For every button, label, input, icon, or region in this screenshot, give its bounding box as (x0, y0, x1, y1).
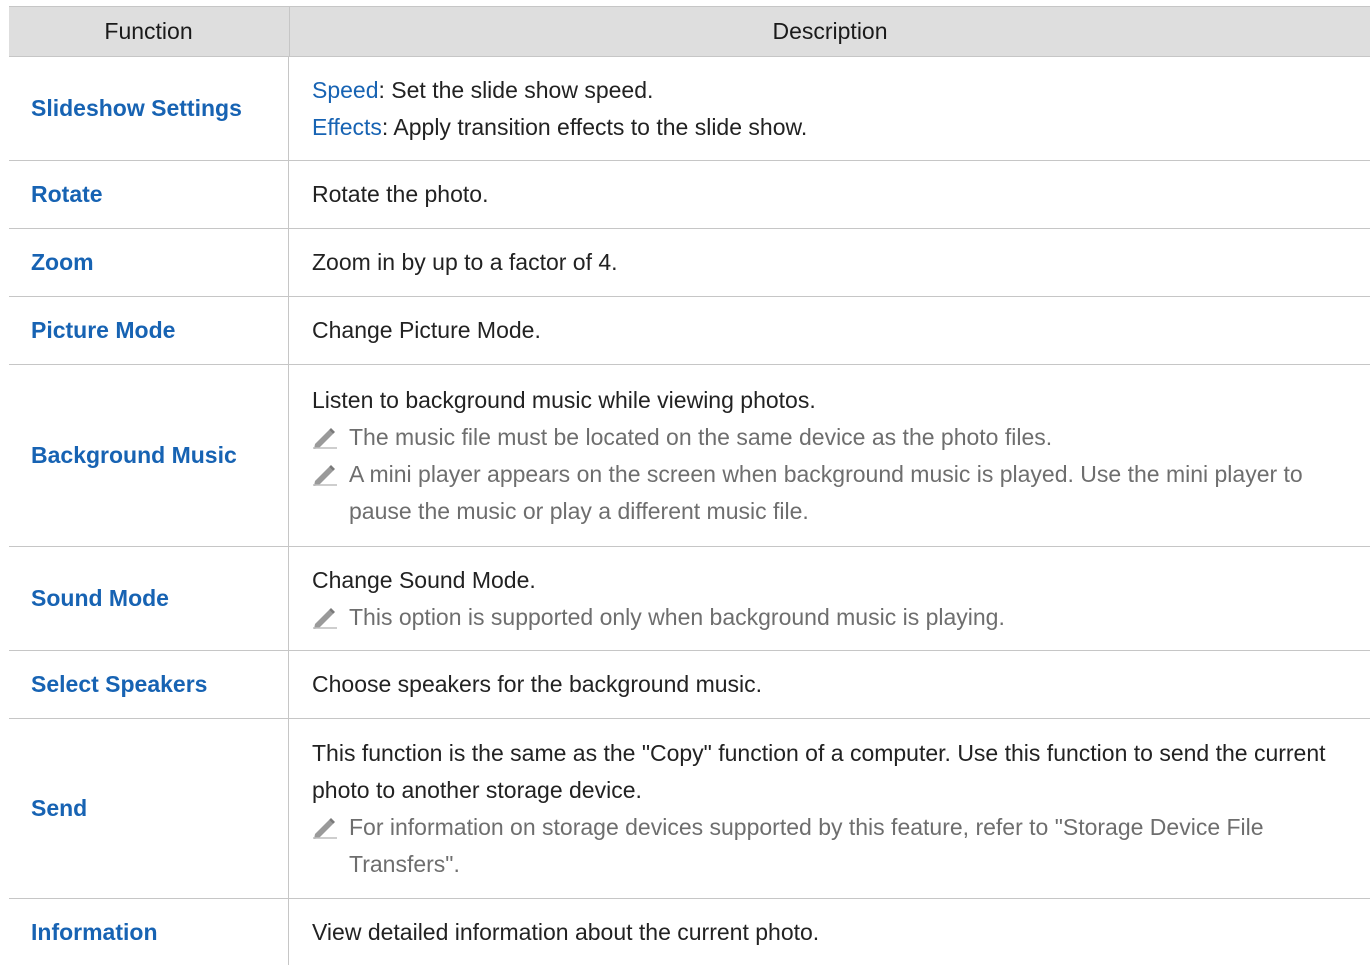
header-description: Description (289, 7, 1370, 56)
header-function: Function (104, 18, 193, 44)
description-cell: Speed: Set the slide show speed. Effects… (312, 57, 1330, 160)
description-cell: View detailed information about the curr… (312, 899, 1330, 965)
function-rotate: Rotate (31, 181, 103, 207)
function-zoom: Zoom (31, 249, 94, 275)
description-cell: Zoom in by up to a factor of 4. (312, 229, 1330, 296)
table-row: Slideshow Settings Speed: Set the slide … (9, 57, 1370, 161)
description-text: Rotate the photo. (312, 181, 489, 207)
pencil-icon (313, 817, 337, 839)
description-cell: This function is the same as the "Copy" … (312, 719, 1330, 898)
note: For information on storage devices suppo… (312, 809, 1330, 883)
description-text: Choose speakers for the background music… (312, 671, 763, 697)
pencil-icon (313, 607, 337, 629)
option-text: : Apply transition effects to the slide … (381, 113, 808, 140)
description-line: Effects: Apply transition effects to the… (312, 109, 1330, 146)
table-row: Rotate Rotate the photo. (9, 161, 1370, 229)
table-header: Function Description (9, 6, 1370, 57)
function-table: Function Description Slideshow Settings … (9, 0, 1370, 965)
pencil-icon (313, 464, 337, 486)
description-text: Zoom in by up to a factor of 4. (312, 249, 618, 275)
pencil-icon (313, 427, 337, 449)
description-text: Listen to background music while viewing… (312, 386, 816, 413)
function-picture-mode: Picture Mode (31, 317, 176, 343)
function-select-speakers: Select Speakers (31, 671, 208, 697)
table-row: Select Speakers Choose speakers for the … (9, 651, 1370, 719)
table-row: Sound Mode Change Sound Mode. This optio… (9, 547, 1370, 651)
note-text: The music file must be located on the sa… (349, 423, 1053, 450)
function-slideshow-settings: Slideshow Settings (31, 95, 242, 121)
note: The music file must be located on the sa… (312, 419, 1330, 456)
option-text: : Set the slide show speed. (378, 76, 654, 103)
description-text: Change Picture Mode. (312, 317, 541, 343)
description-text: Change Sound Mode. (312, 566, 536, 593)
function-background-music: Background Music (31, 442, 237, 468)
description-text: View detailed information about the curr… (312, 918, 820, 945)
note-text: This option is supported only when backg… (349, 603, 1005, 630)
table-row: Send This function is the same as the "C… (9, 719, 1370, 899)
description-cell: Rotate the photo. (312, 161, 1330, 228)
description-cell: Change Sound Mode. This option is suppor… (312, 547, 1330, 650)
function-send: Send (31, 795, 88, 821)
description-line: Speed: Set the slide show speed. (312, 72, 1330, 109)
option-label: Speed (312, 76, 379, 103)
note: A mini player appears on the screen when… (312, 456, 1330, 530)
function-information: Information (31, 918, 158, 945)
table-row: Zoom Zoom in by up to a factor of 4. (9, 229, 1370, 297)
table-row: Picture Mode Change Picture Mode. (9, 297, 1370, 365)
description-cell: Listen to background music while viewing… (312, 365, 1330, 546)
table-row: Background Music Listen to background mu… (9, 365, 1370, 547)
description-text: This function is the same as the "Copy" … (312, 739, 1326, 803)
table-row: Information View detailed information ab… (9, 899, 1370, 965)
description-cell: Choose speakers for the background music… (312, 651, 1330, 718)
note-text: For information on storage devices suppo… (349, 813, 1264, 877)
function-sound-mode: Sound Mode (31, 585, 169, 611)
note: This option is supported only when backg… (312, 599, 1330, 636)
description-cell: Change Picture Mode. (312, 297, 1330, 364)
option-label: Effects (312, 113, 382, 140)
note-text: A mini player appears on the screen when… (349, 460, 1303, 524)
